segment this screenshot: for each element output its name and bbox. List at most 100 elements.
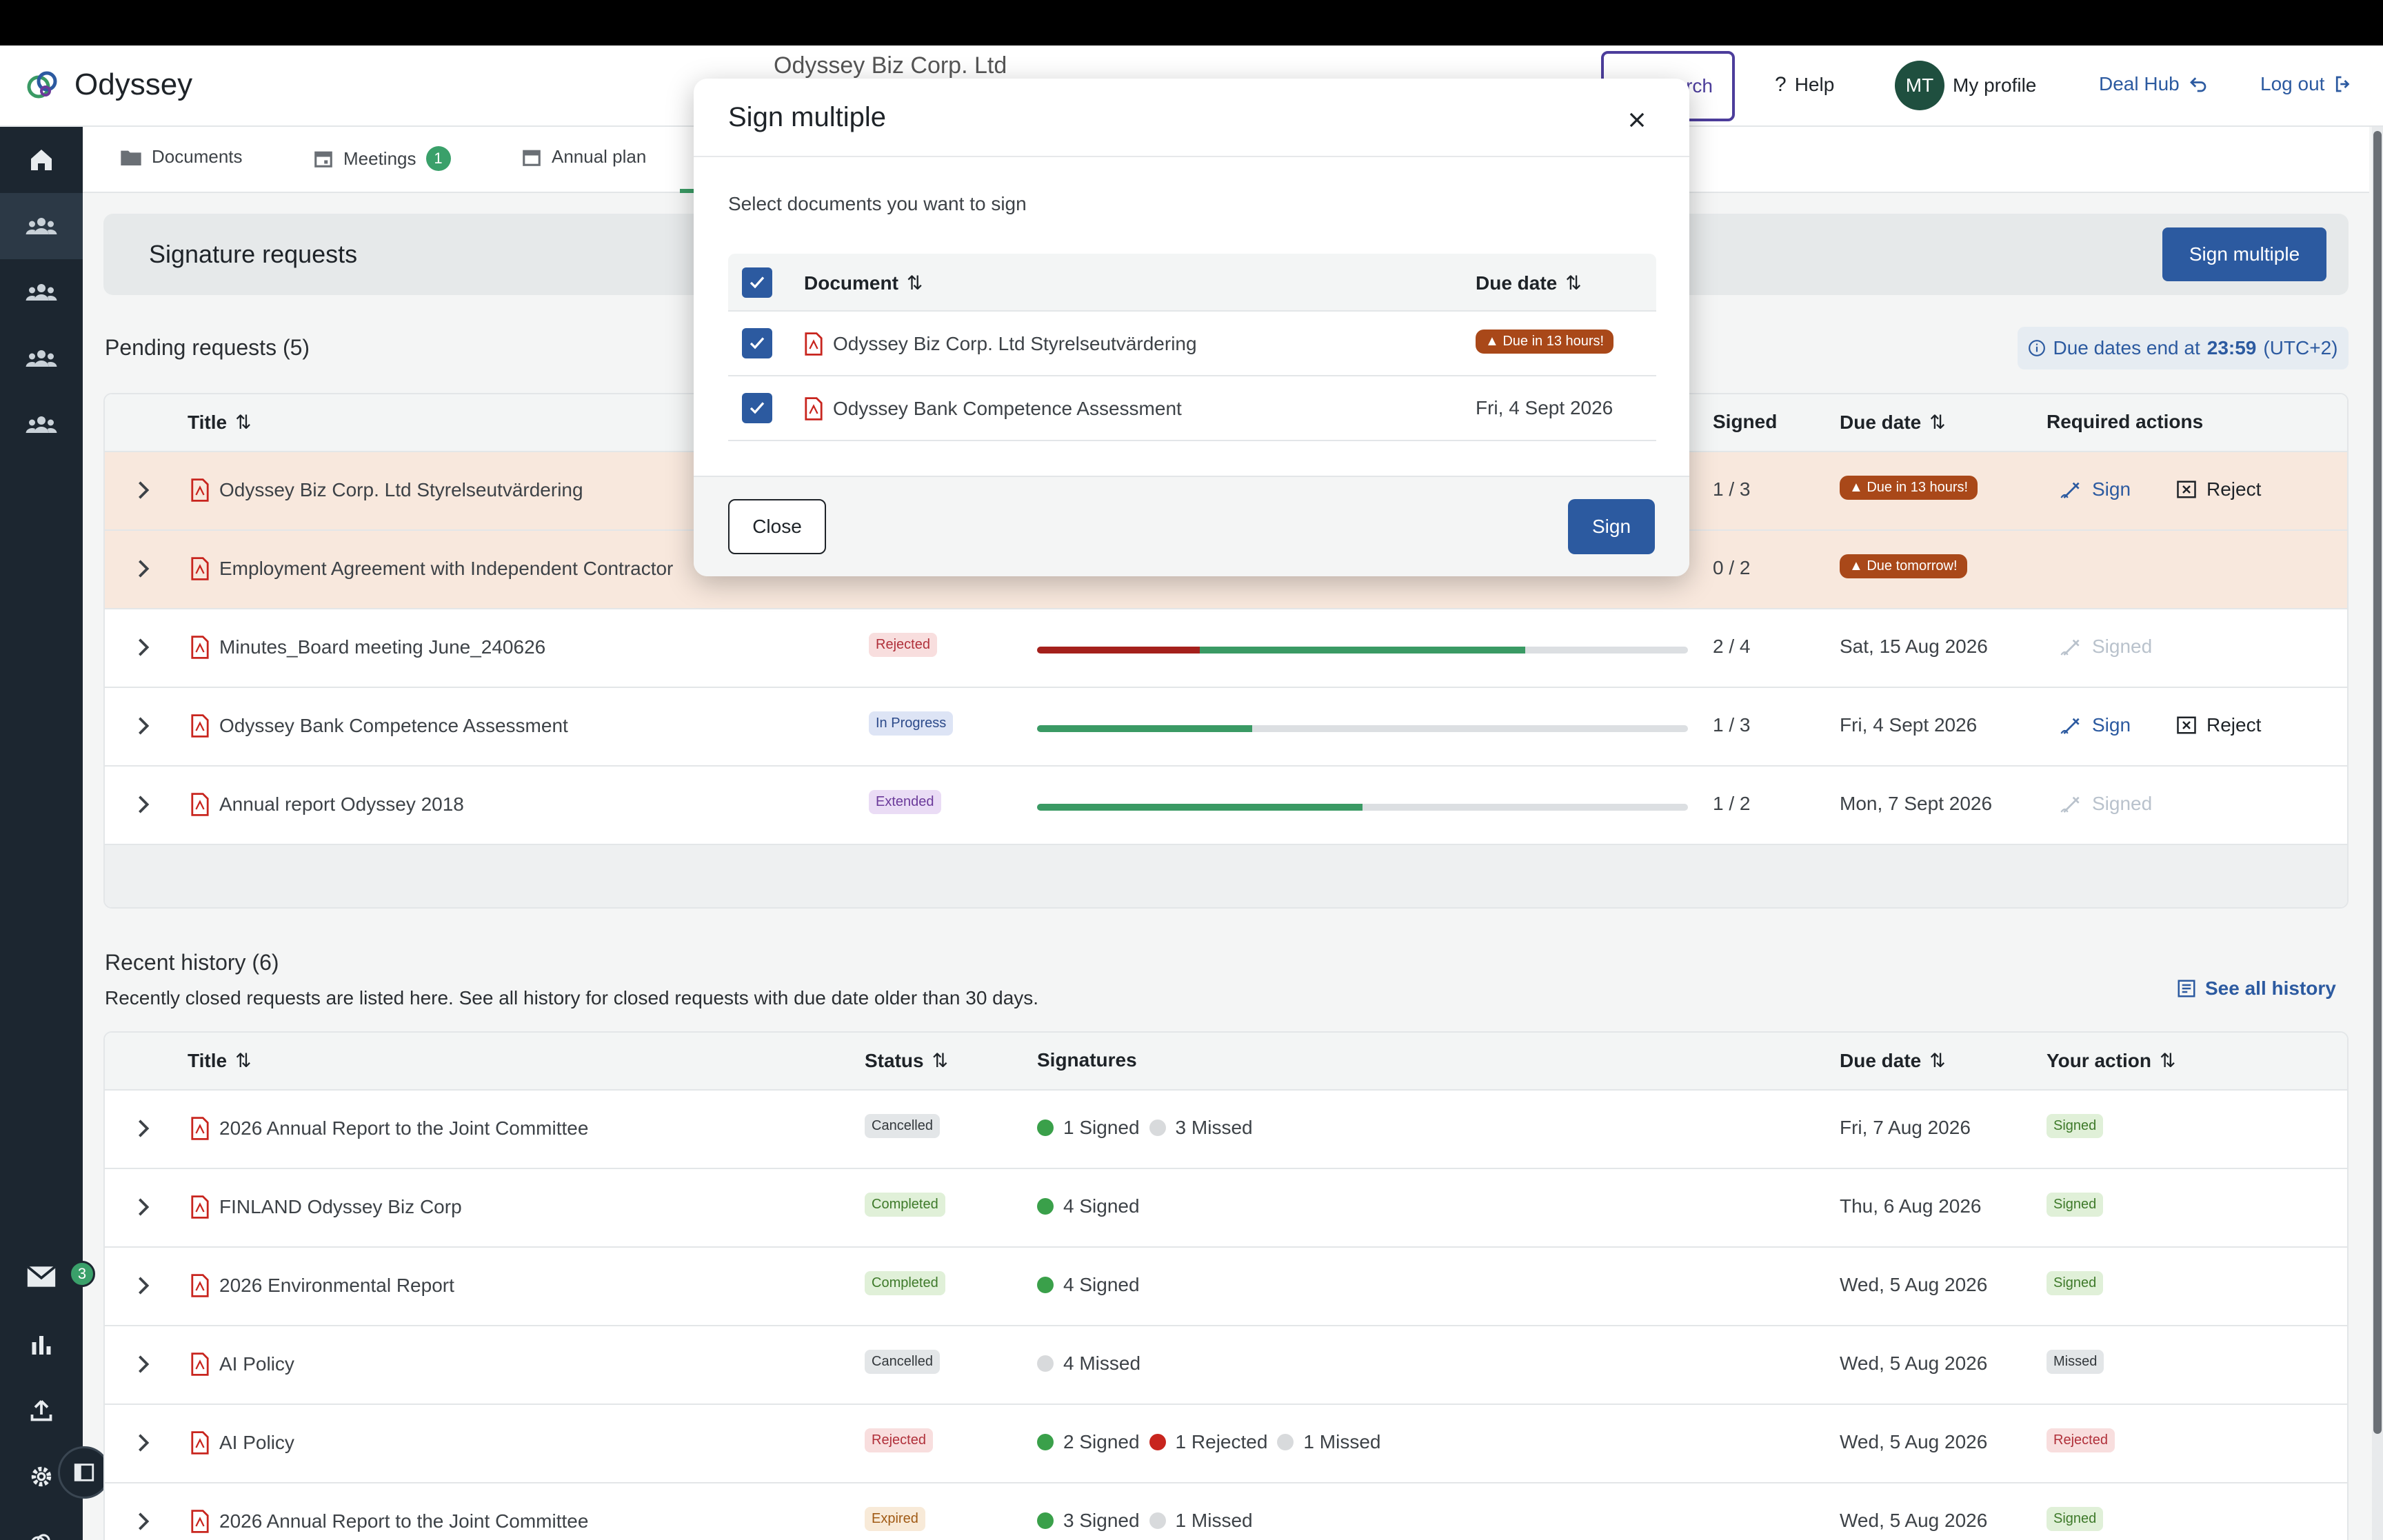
missed-dot xyxy=(1149,1119,1166,1136)
row-title[interactable]: 2026 Annual Report to the Joint Committe… xyxy=(190,1117,588,1140)
signed-label: Signed xyxy=(2092,793,2153,814)
tab-annual-plan[interactable]: Annual plan xyxy=(521,146,646,168)
table-row[interactable]: Odyssey Bank Competence Assessment In Pr… xyxy=(105,688,2347,767)
table-row[interactable]: AI Policy Cancelled 4 Missed Wed, 5 Aug … xyxy=(105,1326,2347,1405)
row-checkbox[interactable] xyxy=(742,393,772,423)
row-title[interactable]: Employment Agreement with Independent Co… xyxy=(190,557,673,580)
chevron-right-icon[interactable] xyxy=(135,1197,152,1217)
status-badge: Expired xyxy=(865,1507,925,1531)
sidebar-item-brand[interactable] xyxy=(0,1510,83,1540)
deal-hub-label: Deal Hub xyxy=(2099,73,2180,94)
row-checkbox[interactable] xyxy=(742,328,772,358)
table-row[interactable]: Minutes_Board meeting June_240626 Reject… xyxy=(105,609,2347,688)
chevron-right-icon[interactable] xyxy=(135,558,152,579)
col-due-header[interactable]: Due date ⇅ xyxy=(1840,411,1946,434)
table-row[interactable]: AI Policy Rejected 2 Signed 1 Rejected 1 M… xyxy=(105,1405,2347,1483)
row-title[interactable]: AI Policy xyxy=(190,1352,294,1376)
col-status-header[interactable]: Status ⇅ xyxy=(865,1049,948,1072)
select-all-checkbox[interactable] xyxy=(742,267,772,298)
page-scrollbar-thumb[interactable] xyxy=(2373,131,2382,1434)
row-title[interactable]: Odyssey Bank Competence Assessment xyxy=(190,714,568,738)
header-label: Due date xyxy=(1840,1049,1922,1071)
col-due-header[interactable]: Due date ⇅ xyxy=(1840,1049,1946,1072)
progress-signed-segment xyxy=(1200,647,1525,654)
row-title[interactable]: 2026 Environmental Report xyxy=(190,1274,454,1297)
deal-hub-link[interactable]: Deal Hub xyxy=(2099,73,2209,95)
chevron-right-icon[interactable] xyxy=(135,716,152,736)
close-button[interactable]: Close xyxy=(728,499,826,554)
sign-action[interactable]: Sign xyxy=(2060,714,2131,736)
row-title[interactable]: Annual report Odyssey 2018 xyxy=(190,793,464,816)
action-badge: Signed xyxy=(2047,1271,2104,1295)
sidebar-item-group-2[interactable] xyxy=(0,259,83,325)
reject-label: Reject xyxy=(2206,478,2262,500)
col-title-header[interactable]: Title ⇅ xyxy=(188,411,252,434)
sidebar-item-mail[interactable]: 3 xyxy=(0,1245,95,1311)
sidebar-collapse-button[interactable] xyxy=(58,1446,110,1499)
sort-icon: ⇅ xyxy=(2159,1050,2176,1071)
sig-count: 1 Signed xyxy=(1063,1117,1140,1138)
sidebar-item-stats[interactable] xyxy=(0,1311,83,1377)
signed-dot xyxy=(1037,1434,1054,1450)
header-label: Due date xyxy=(1476,272,1558,294)
chevron-right-icon[interactable] xyxy=(135,794,152,815)
dialog-subtitle: Select documents you want to sign xyxy=(728,193,1027,214)
table-row[interactable]: Annual report Odyssey 2018 Extended 1 / … xyxy=(105,767,2347,845)
row-title[interactable]: FINLAND Odyssey Biz Corp xyxy=(190,1195,462,1219)
dialog-close-button[interactable] xyxy=(1623,106,1651,134)
dialog-divider xyxy=(694,156,1689,157)
dialog-row[interactable]: Odyssey Biz Corp. Ltd Styrelseutvärderin… xyxy=(728,312,1656,376)
sign-button[interactable]: Sign xyxy=(1568,499,1655,554)
sidebar-item-group-1[interactable] xyxy=(0,193,83,259)
dialog-table-header: Document ⇅ Due date ⇅ xyxy=(728,254,1656,312)
dialog-row[interactable]: Odyssey Bank Competence Assessment Fri, … xyxy=(728,376,1656,441)
row-title[interactable]: 2026 Annual Report to the Joint Committe… xyxy=(190,1510,588,1533)
sidebar-item-group-4[interactable] xyxy=(0,392,83,458)
chevron-right-icon[interactable] xyxy=(135,1354,152,1375)
table-row[interactable]: FINLAND Odyssey Biz Corp Completed 4 Sig… xyxy=(105,1169,2347,1248)
chevron-right-icon[interactable] xyxy=(135,480,152,500)
chevron-right-icon[interactable] xyxy=(135,1275,152,1296)
chevron-right-icon[interactable] xyxy=(135,1118,152,1139)
col-document-header[interactable]: Document ⇅ xyxy=(804,272,923,294)
row-title[interactable]: AI Policy xyxy=(190,1431,294,1455)
reject-action[interactable]: Reject xyxy=(2176,714,2261,736)
see-all-history-link[interactable]: See all history xyxy=(2176,977,2336,1000)
reject-action[interactable]: Reject xyxy=(2176,478,2261,500)
sidebar-toggle-icon xyxy=(74,1463,94,1481)
search-label: rch xyxy=(1686,75,1713,97)
sidebar-item-group-3[interactable] xyxy=(0,325,83,392)
meetings-badge: 1 xyxy=(425,146,451,171)
profile-link[interactable]: MT My profile xyxy=(1895,61,2036,110)
sign-pen-icon xyxy=(2060,796,2080,813)
sidebar-item-upload[interactable] xyxy=(0,1377,83,1443)
table-row[interactable]: 2026 Environmental Report Completed 4 Si… xyxy=(105,1248,2347,1326)
row-due: Wed, 5 Aug 2026 xyxy=(1840,1352,1988,1374)
col-action-header[interactable]: Your action ⇅ xyxy=(2047,1049,2175,1072)
pdf-icon xyxy=(191,478,209,502)
row-title[interactable]: Odyssey Biz Corp. Ltd Styrelseutvärderin… xyxy=(190,478,583,502)
col-title-header[interactable]: Title ⇅ xyxy=(188,1049,252,1072)
app-logo[interactable]: Odyssey xyxy=(25,66,192,103)
chevron-right-icon[interactable] xyxy=(135,637,152,658)
row-title[interactable]: Minutes_Board meeting June_240626 xyxy=(190,636,545,659)
table-row[interactable]: 2026 Annual Report to the Joint Committe… xyxy=(105,1483,2347,1540)
sidebar-item-home[interactable] xyxy=(0,127,83,193)
tab-meetings[interactable]: Meetings 1 xyxy=(313,146,451,171)
chevron-right-icon[interactable] xyxy=(135,1511,152,1532)
logout-link[interactable]: Log out xyxy=(2260,73,2353,95)
sign-multiple-button[interactable]: Sign multiple xyxy=(2162,227,2326,281)
due-warning-text: Due tomorrow! xyxy=(1867,558,1958,574)
col-due-header[interactable]: Due date ⇅ xyxy=(1476,272,1582,294)
home-icon xyxy=(31,150,52,170)
os-top-bar xyxy=(0,0,2383,45)
sort-icon: ⇅ xyxy=(906,272,923,294)
help-link[interactable]: ? Help xyxy=(1775,73,1834,97)
group-icon xyxy=(26,218,57,234)
row-status: Rejected xyxy=(869,633,937,657)
table-row[interactable]: 2026 Annual Report to the Joint Committe… xyxy=(105,1091,2347,1169)
tab-documents[interactable]: Documents xyxy=(120,146,243,168)
row-title-text: Odyssey Biz Corp. Ltd Styrelseutvärderin… xyxy=(219,479,583,500)
sign-action[interactable]: Sign xyxy=(2060,478,2131,500)
chevron-right-icon[interactable] xyxy=(135,1432,152,1453)
